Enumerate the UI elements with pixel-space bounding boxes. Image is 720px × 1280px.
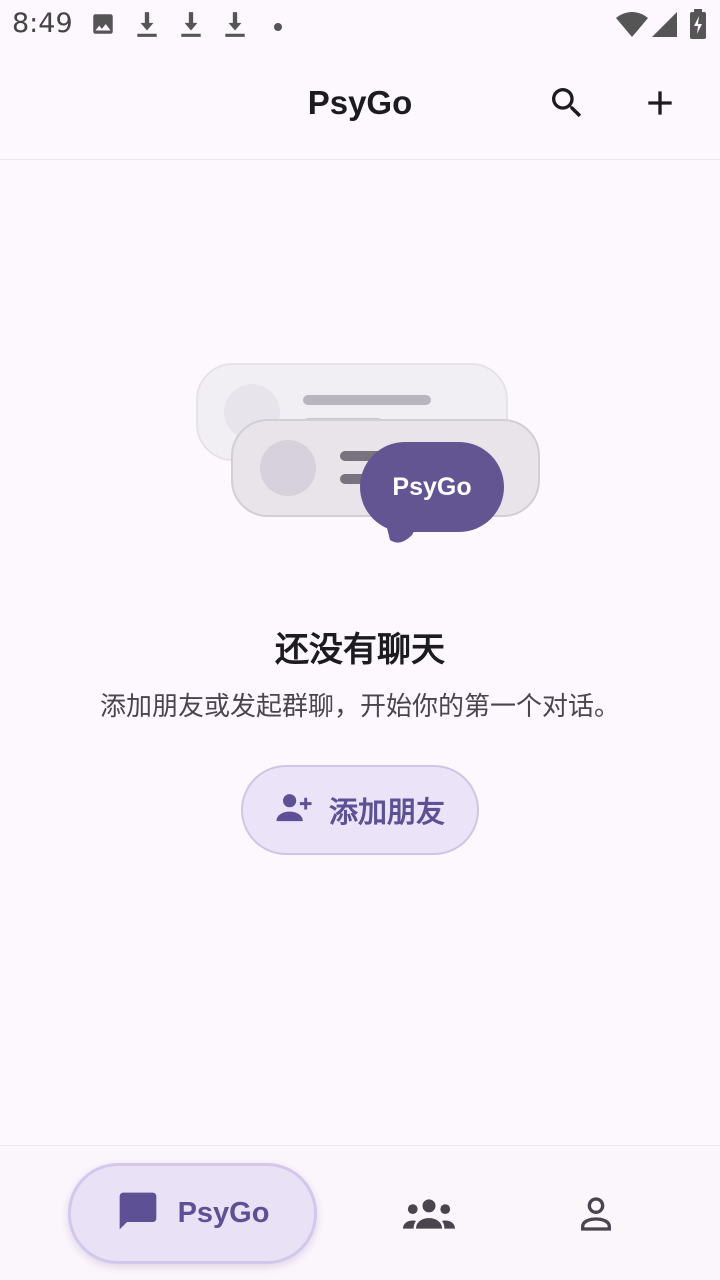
- download-icon: [222, 10, 248, 43]
- search-icon: [547, 83, 587, 128]
- nav-item-chats[interactable]: PsyGo: [68, 1163, 317, 1264]
- empty-state-subtitle: 添加朋友或发起群聊，开始你的第一个对话。: [99, 692, 620, 722]
- nav-item-profile[interactable]: [566, 1186, 626, 1246]
- nav-item-groups[interactable]: [399, 1186, 459, 1246]
- nav-item-label: PsyGo: [177, 1197, 270, 1229]
- add-friend-label: 添加朋友: [328, 795, 445, 829]
- page-title: PsyGo: [307, 84, 413, 121]
- dot-icon: [273, 19, 283, 37]
- add-icon: [640, 83, 680, 128]
- person-icon: [576, 1194, 616, 1239]
- battery-charging-icon: [689, 9, 707, 44]
- add-button[interactable]: [635, 80, 685, 130]
- groups-icon: [403, 1197, 455, 1236]
- empty-chat-illustration: PsyGo: [190, 355, 550, 555]
- chat-icon: [116, 1189, 160, 1238]
- bubble-label: PsyGo: [392, 473, 471, 501]
- download-icon: [178, 10, 204, 43]
- add-friend-button[interactable]: 添加朋友: [241, 765, 479, 855]
- image-icon: [90, 11, 116, 42]
- download-icon: [134, 10, 160, 43]
- empty-state-title: 还没有聊天: [275, 630, 445, 670]
- status-time: 8:49: [12, 8, 73, 39]
- search-button[interactable]: [542, 80, 592, 130]
- status-bar: 8:49: [0, 0, 720, 50]
- signal-icon: [652, 12, 678, 43]
- wifi-icon: [616, 12, 648, 43]
- bottom-navigation: PsyGo: [0, 1145, 720, 1280]
- person-add-icon: [275, 791, 313, 830]
- top-app-bar: PsyGo: [0, 50, 720, 160]
